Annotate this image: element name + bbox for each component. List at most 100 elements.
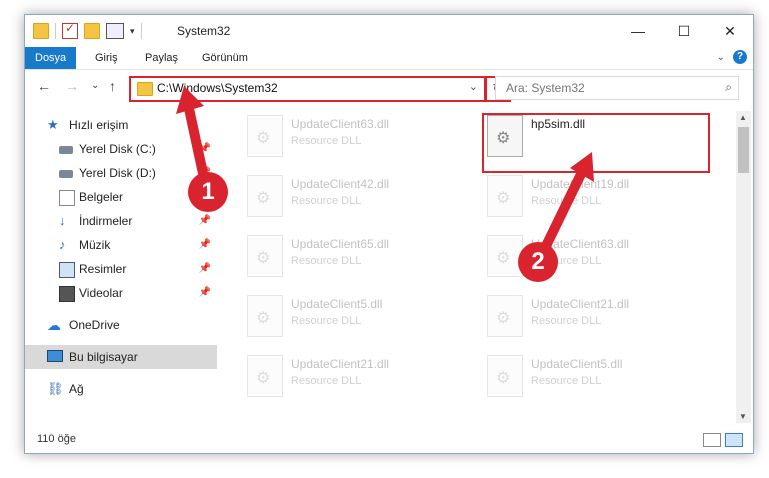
search-icon[interactable]: ⌕ [725,80,732,95]
new-folder-icon[interactable] [84,23,100,39]
navigation-pane: ★ Hızlı erişim Yerel Disk (C:) 📌 Yerel D… [25,111,217,423]
search-box[interactable]: ⌕ [495,76,739,100]
scroll-up-icon[interactable]: ▲ [739,113,747,122]
folder-icon [33,23,49,39]
file-type: Resource DLL [291,195,362,207]
dll-file-icon [247,235,283,277]
disk-icon [59,146,73,154]
search-input[interactable] [504,77,708,99]
dll-file-icon [247,115,283,157]
sidebar-item-pictures[interactable]: Resimler 📌 [25,257,217,281]
tab-paylas[interactable]: Paylaş [135,47,188,69]
view-toggle [703,433,743,447]
vertical-scrollbar[interactable]: ▲ ▼ [736,111,751,423]
file-name: UpdateClient63.dll [291,117,390,131]
scroll-down-icon[interactable]: ▼ [739,412,747,421]
window-controls: — ☐ ✕ [615,15,753,47]
sidebar-item-label: Resimler [79,262,127,276]
file-type: Resource DLL [291,135,362,147]
sidebar-item-label: Belgeler [79,190,124,204]
video-icon [59,286,75,302]
disk-icon [59,170,73,178]
dll-file-icon [247,175,283,217]
file-item[interactable]: UpdateClient65.dll Resource DLL [247,233,467,283]
file-name: UpdateClient65.dll [291,237,390,251]
maximize-button[interactable]: ☐ [661,15,707,47]
sidebar-item-this-pc[interactable]: Bu bilgisayar [25,345,217,369]
dll-file-icon [247,295,283,337]
file-name: UpdateClient21.dll [531,297,630,311]
divider [55,23,56,39]
file-type: Resource DLL [531,375,602,387]
file-item[interactable]: UpdateClient21.dll Resource DLL [487,293,707,343]
title-bar: ▾ System32 — ☐ ✕ [25,15,753,47]
sidebar-item-onedrive[interactable]: ☁ OneDrive [25,313,217,337]
file-name: UpdateClient5.dll [291,297,383,311]
dll-file-icon [487,235,523,277]
file-item[interactable]: UpdateClient42.dll Resource DLL [247,173,467,223]
sidebar-item-videos[interactable]: Videolar 📌 [25,281,217,305]
back-arrow-icon[interactable]: ← [37,78,51,94]
pin-icon[interactable]: 📌 [199,257,211,281]
computer-icon [47,350,63,362]
file-item[interactable]: UpdateClient5.dll Resource DLL [487,353,707,403]
forward-arrow-icon[interactable]: → [65,78,79,94]
item-count: 110 öğe [37,433,76,445]
sidebar-item-downloads[interactable]: ↓ İndirmeler 📌 [25,209,217,233]
properties-check-icon[interactable] [62,21,78,39]
large-icons-view-icon[interactable] [725,433,743,447]
minimize-button[interactable]: — [615,15,661,47]
pin-icon[interactable]: 📌 [199,209,211,233]
dll-file-icon [487,355,523,397]
file-type: Resource DLL [291,255,362,267]
file-type: Resource DLL [531,315,602,327]
quick-access-dropdown-icon[interactable]: ▾ [130,26,135,37]
address-bar[interactable]: C:\Windows\System32 ⌄ [129,76,486,102]
pin-icon[interactable]: 📌 [199,137,211,161]
file-name: UpdateClient21.dll [291,357,390,371]
pin-icon[interactable]: 📌 [199,281,211,305]
file-item[interactable]: UpdateClient21.dll Resource DLL [247,353,467,403]
network-icon: ⛓ [47,381,64,396]
sidebar-item-label: İndirmeler [79,214,133,228]
up-arrow-icon[interactable]: ↑ [109,78,116,94]
sidebar-item-quick-access[interactable]: ★ Hızlı erişim [25,113,217,137]
status-bar: 110 öğe [25,429,753,451]
tab-giris[interactable]: Giriş [85,47,128,69]
address-folder-icon [137,82,153,96]
cloud-icon: ☁ [47,317,61,333]
sidebar-item-music[interactable]: ♪ Müzik 📌 [25,233,217,257]
file-item[interactable]: UpdateClient63.dll Resource DLL [247,113,467,163]
help-icon[interactable]: ? [733,50,747,64]
dll-file-icon [487,295,523,337]
divider [140,23,142,39]
sidebar-item-label: Yerel Disk (C:) [79,142,156,156]
file-name: UpdateClient19.dll [531,177,630,191]
address-dropdown-icon[interactable]: ⌄ [469,80,478,93]
quick-access-toolbar: ▾ [33,21,142,39]
expand-ribbon-icon[interactable]: ⌄ [717,52,725,63]
file-highlight-box [482,113,710,173]
scroll-thumb[interactable] [738,127,749,173]
tab-gorunum[interactable]: Görünüm [192,47,258,69]
address-path[interactable]: C:\Windows\System32 [157,81,278,95]
sidebar-item-label: Hızlı erişim [69,118,129,132]
file-item[interactable]: UpdateClient19.dll Resource DLL [487,173,707,223]
step-2-badge: 2 [518,242,558,282]
properties-icon[interactable] [106,23,124,39]
tab-dosya[interactable]: Dosya [25,47,77,69]
sidebar-item-network[interactable]: ⛓ Ağ [25,377,217,401]
pin-icon[interactable]: 📌 [199,233,211,257]
file-type: Resource DLL [531,195,602,207]
details-view-icon[interactable] [703,433,721,447]
file-type: Resource DLL [291,315,362,327]
sidebar-item-disk-c[interactable]: Yerel Disk (C:) 📌 [25,137,217,161]
close-button[interactable]: ✕ [707,15,753,47]
file-item[interactable]: UpdateClient5.dll Resource DLL [247,293,467,343]
sidebar-item-label: Ağ [69,382,84,396]
sidebar-item-disk-d[interactable]: Yerel Disk (D:) 📌 [25,161,217,185]
window-title: System32 [177,24,231,38]
recent-locations-icon[interactable]: ⌄ [91,80,99,91]
step-1-badge: 1 [188,172,228,212]
star-icon: ★ [47,117,59,132]
